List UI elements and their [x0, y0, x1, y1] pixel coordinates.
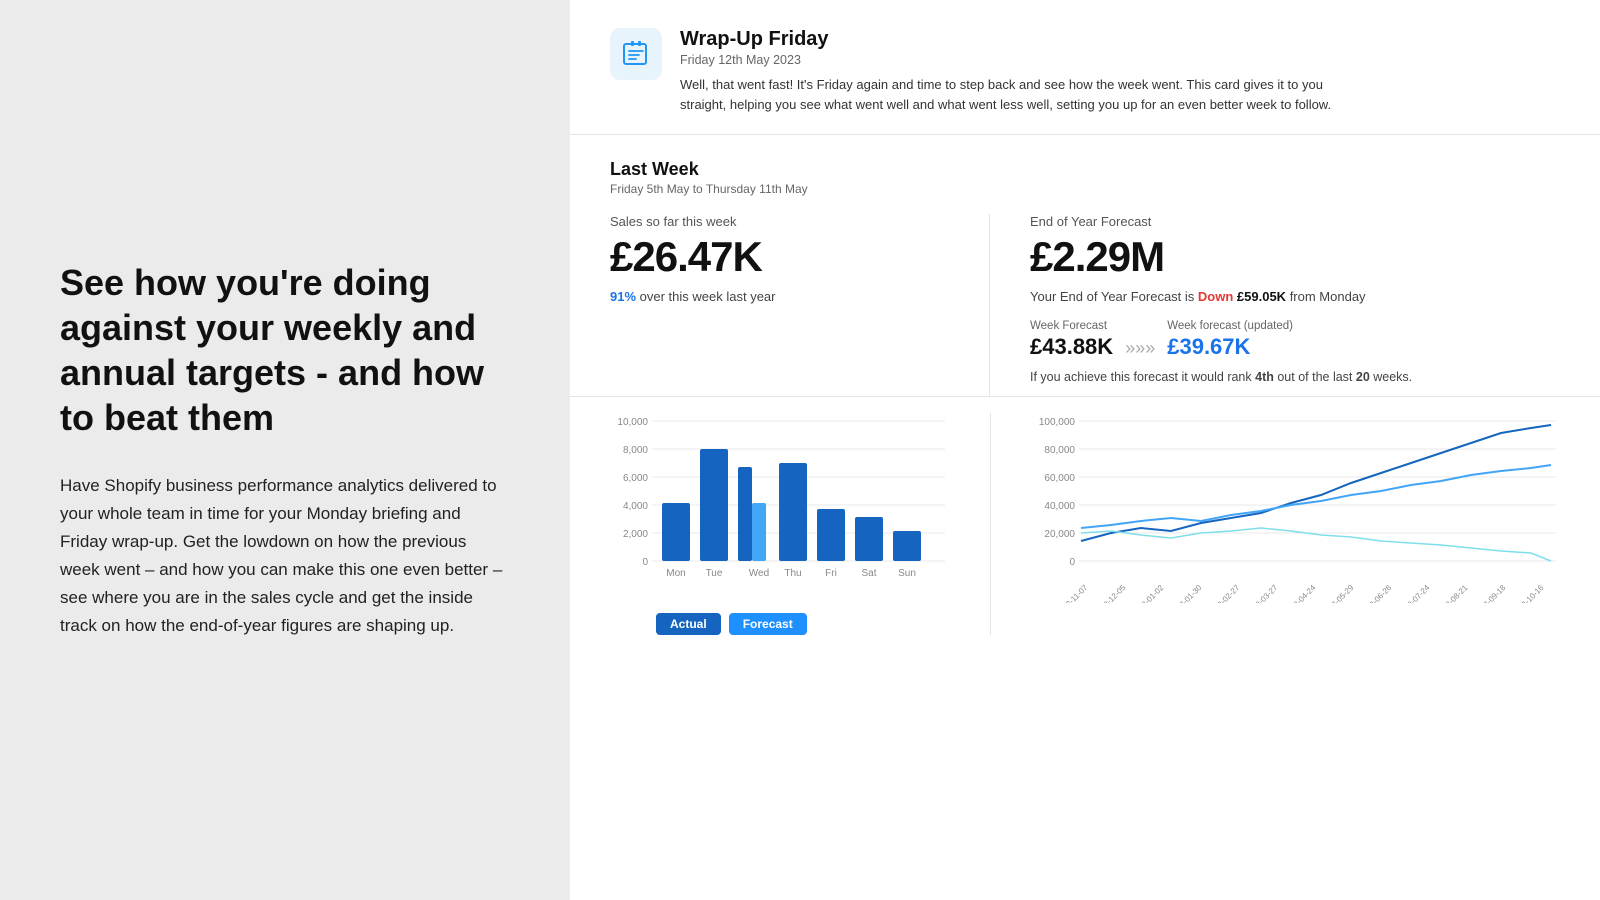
svg-text:0: 0	[1069, 557, 1075, 568]
legend-actual-button[interactable]: Actual	[656, 613, 721, 635]
bar-tue-actual	[700, 449, 728, 561]
svg-text:2023-05-29: 2023-05-29	[1320, 583, 1356, 603]
week-forecast-value: £43.88K	[1030, 334, 1113, 360]
card-title: Wrap-Up Friday	[680, 28, 1360, 51]
bar-thu-actual	[779, 463, 807, 561]
bar-sun-actual	[893, 531, 921, 561]
forecast-sub-post: from Monday	[1286, 289, 1365, 304]
svg-text:10,000: 10,000	[617, 417, 648, 428]
line-top	[1081, 425, 1551, 541]
bar-fri-actual	[817, 509, 845, 561]
svg-text:Wed: Wed	[749, 568, 769, 579]
sales-sub: 91% over this week last year	[610, 289, 949, 304]
forecast-value: £2.29M	[1030, 233, 1560, 281]
bar-mon-actual	[662, 503, 690, 561]
legend-forecast-button[interactable]: Forecast	[729, 613, 807, 635]
svg-text:2023-04-24: 2023-04-24	[1282, 583, 1318, 603]
left-panel: See how you're doing against your weekly…	[0, 0, 570, 900]
svg-text:2023-01-02: 2023-01-02	[1130, 583, 1166, 603]
svg-text:2023-06-26: 2023-06-26	[1358, 583, 1394, 603]
sales-value: £26.47K	[610, 233, 949, 281]
week-forecast-col: Week Forecast £43.88K	[1030, 320, 1113, 360]
metric-forecast: End of Year Forecast £2.29M Your End of …	[990, 214, 1560, 396]
bar-sat-actual	[855, 517, 883, 561]
forecast-amount: £59.05K	[1237, 289, 1286, 304]
bar-chart-svg: 10,000 8,000 6,000 4,000 2,000 0 Mon	[610, 413, 950, 598]
svg-text:80,000: 80,000	[1044, 445, 1075, 456]
svg-text:40,000: 40,000	[1044, 501, 1075, 512]
svg-text:2022-11-07: 2022-11-07	[1055, 583, 1090, 603]
svg-text:100,000: 100,000	[1039, 417, 1076, 428]
rank-text: If you achieve this forecast it would ra…	[1030, 370, 1560, 384]
line-chart-container: 100,000 80,000 60,000 40,000 20,000 0	[991, 413, 1561, 635]
bar-wed-forecast	[752, 503, 766, 561]
bar-chart-wrapper: 10,000 8,000 6,000 4,000 2,000 0 Mon	[610, 413, 950, 603]
svg-text:Sat: Sat	[861, 568, 876, 579]
svg-text:Thu: Thu	[784, 568, 801, 579]
sales-pct: 91%	[610, 289, 636, 304]
svg-text:6,000: 6,000	[623, 473, 648, 484]
svg-text:Mon: Mon	[666, 568, 685, 579]
rank-post: weeks.	[1370, 370, 1412, 384]
forecast-comparison-row: Week Forecast £43.88K »»» Week forecast …	[1030, 320, 1560, 360]
card-header-text: Wrap-Up Friday Friday 12th May 2023 Well…	[680, 28, 1360, 114]
card-icon	[610, 28, 662, 80]
line-chart-svg: 100,000 80,000 60,000 40,000 20,000 0	[1031, 413, 1561, 603]
svg-text:2022-12-05: 2022-12-05	[1092, 583, 1128, 603]
right-panel: Wrap-Up Friday Friday 12th May 2023 Well…	[570, 0, 1600, 900]
sales-sub-text: over this week last year	[636, 289, 775, 304]
svg-text:8,000: 8,000	[623, 445, 648, 456]
metrics-row: Sales so far this week £26.47K 91% over …	[610, 214, 1560, 396]
sales-label: Sales so far this week	[610, 214, 949, 229]
rank-pre: If you achieve this forecast it would ra…	[1030, 370, 1255, 384]
last-week-section: Last Week Friday 5th May to Thursday 11t…	[570, 135, 1600, 397]
week-forecast-updated-value: £39.67K	[1167, 334, 1293, 360]
arrow-icon: »»»	[1125, 338, 1155, 359]
chart-legend: Actual Forecast	[610, 613, 950, 635]
svg-text:Sun: Sun	[898, 568, 916, 579]
week-forecast-updated-col: Week forecast (updated) £39.67K	[1167, 320, 1293, 360]
svg-text:2023-07-24: 2023-07-24	[1396, 583, 1432, 603]
svg-text:20,000: 20,000	[1044, 529, 1075, 540]
week-forecast-label: Week Forecast	[1030, 320, 1113, 332]
forecast-label: End of Year Forecast	[1030, 214, 1560, 229]
card-description: Well, that went fast! It's Friday again …	[680, 75, 1360, 114]
bar-wed-actual	[738, 467, 752, 561]
svg-text:Fri: Fri	[825, 568, 837, 579]
rank-position: 4th	[1255, 370, 1274, 384]
svg-text:2023-10-16: 2023-10-16	[1510, 583, 1546, 603]
bar-chart-container: 10,000 8,000 6,000 4,000 2,000 0 Mon	[610, 413, 991, 635]
svg-text:2023-02-27: 2023-02-27	[1206, 583, 1242, 603]
metric-sales: Sales so far this week £26.47K 91% over …	[610, 214, 990, 396]
last-week-title: Last Week	[610, 159, 1560, 180]
forecast-sub: Your End of Year Forecast is Down £59.05…	[1030, 289, 1560, 304]
rank-mid: out of the last	[1274, 370, 1356, 384]
card-date: Friday 12th May 2023	[680, 53, 1360, 67]
svg-text:2023-01-30: 2023-01-30	[1168, 583, 1204, 603]
svg-text:2023-08-21: 2023-08-21	[1434, 583, 1470, 603]
svg-text:4,000: 4,000	[623, 501, 648, 512]
svg-text:Tue: Tue	[706, 568, 723, 579]
svg-text:2,000: 2,000	[623, 529, 648, 540]
last-week-date-range: Friday 5th May to Thursday 11th May	[610, 182, 1560, 196]
card-header: Wrap-Up Friday Friday 12th May 2023 Well…	[570, 0, 1600, 135]
svg-text:0: 0	[642, 557, 648, 568]
forecast-direction: Down	[1198, 289, 1233, 304]
svg-text:60,000: 60,000	[1044, 473, 1075, 484]
rank-weeks: 20	[1356, 370, 1370, 384]
svg-text:2023-09-18: 2023-09-18	[1472, 583, 1508, 603]
forecast-sub-pre: Your End of Year Forecast is	[1030, 289, 1198, 304]
left-body: Have Shopify business performance analyt…	[60, 472, 510, 640]
charts-row: 10,000 8,000 6,000 4,000 2,000 0 Mon	[570, 397, 1600, 659]
svg-text:2023-03-27: 2023-03-27	[1244, 583, 1280, 603]
week-forecast-updated-label: Week forecast (updated)	[1167, 320, 1293, 332]
left-heading: See how you're doing against your weekly…	[60, 260, 510, 440]
